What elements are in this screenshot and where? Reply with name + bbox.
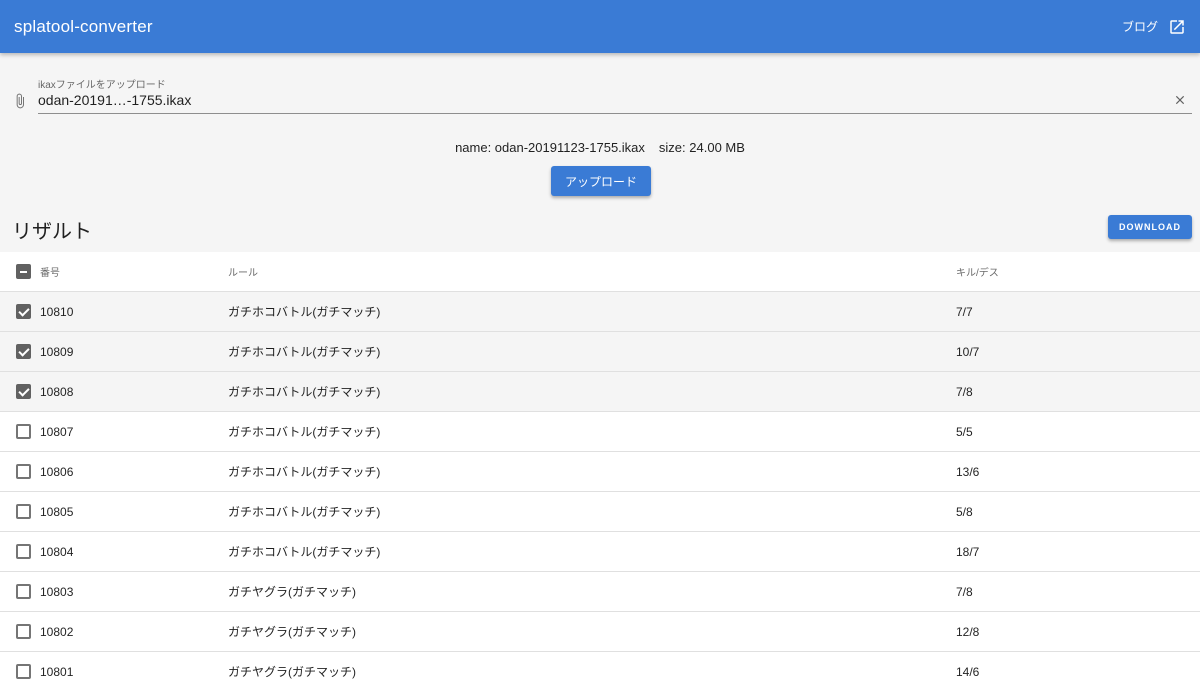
- row-rule: ガチホコバトル(ガチマッチ): [228, 505, 381, 519]
- row-checkbox[interactable]: [16, 384, 31, 399]
- row-rule: ガチホコバトル(ガチマッチ): [228, 385, 381, 399]
- row-kill-death: 5/5: [956, 424, 973, 439]
- table-row[interactable]: 10807 ガチホコバトル(ガチマッチ) 5/5: [0, 412, 1200, 452]
- row-number: 10803: [40, 584, 74, 599]
- row-rule: ガチホコバトル(ガチマッチ): [228, 465, 381, 479]
- file-info: name: odan-20191123-1755.ikax size: 24.00…: [0, 140, 1200, 155]
- file-size: size: 24.00 MB: [658, 140, 745, 155]
- row-number: 10802: [40, 624, 74, 639]
- row-number: 10809: [40, 344, 74, 359]
- row-number: 10807: [40, 424, 74, 439]
- file-input-value[interactable]: odan-20191…-1755.ikax: [38, 92, 191, 108]
- results-title: リザルト: [12, 221, 92, 243]
- row-checkbox[interactable]: [16, 504, 31, 519]
- select-all-checkbox[interactable]: [16, 264, 31, 279]
- file-input-label: ikaxファイルをアップロード: [38, 80, 166, 91]
- row-number: 10805: [40, 504, 74, 519]
- row-rule: ガチヤグラ(ガチマッチ): [228, 625, 356, 639]
- download-button[interactable]: DOWNLOAD: [1108, 215, 1192, 239]
- row-number: 10804: [40, 544, 74, 559]
- row-kill-death: 13/6: [956, 464, 980, 479]
- row-rule: ガチホコバトル(ガチマッチ): [228, 305, 381, 319]
- table-row[interactable]: 10809 ガチホコバトル(ガチマッチ) 10/7: [0, 332, 1200, 372]
- table-row[interactable]: 10810 ガチホコバトル(ガチマッチ) 7/7: [0, 292, 1200, 332]
- row-checkbox[interactable]: [16, 584, 31, 599]
- row-kill-death: 7/7: [956, 304, 973, 319]
- row-checkbox[interactable]: [16, 664, 31, 679]
- table-row[interactable]: 10802 ガチヤグラ(ガチマッチ) 12/8: [0, 612, 1200, 652]
- row-kill-death: 18/7: [956, 544, 980, 559]
- row-rule: ガチヤグラ(ガチマッチ): [228, 665, 356, 679]
- row-checkbox[interactable]: [16, 304, 31, 319]
- table-row[interactable]: 10801 ガチヤグラ(ガチマッチ) 14/6: [0, 652, 1200, 685]
- close-icon[interactable]: [1173, 93, 1187, 107]
- row-number: 10810: [40, 304, 74, 319]
- row-rule: ガチホコバトル(ガチマッチ): [228, 545, 381, 559]
- row-number: 10808: [40, 384, 74, 399]
- blog-link-label: ブログ: [1121, 20, 1158, 34]
- app-title: splatool-converter: [14, 16, 153, 36]
- row-number: 10806: [40, 464, 74, 479]
- table-row[interactable]: 10803 ガチヤグラ(ガチマッチ) 7/8: [0, 572, 1200, 612]
- file-name: name: odan-20191123-1755.ikax: [455, 140, 645, 155]
- row-checkbox[interactable]: [16, 624, 31, 639]
- file-input-underline: [38, 113, 1192, 114]
- header-kill-death[interactable]: キル/デス: [956, 264, 999, 279]
- upload-button[interactable]: アップロード: [551, 166, 651, 196]
- header-rule[interactable]: ルール: [228, 264, 258, 279]
- row-kill-death: 10/7: [956, 344, 980, 359]
- row-kill-death: 7/8: [956, 384, 973, 399]
- table-row[interactable]: 10808 ガチホコバトル(ガチマッチ) 7/8: [0, 372, 1200, 412]
- row-number: 10801: [40, 664, 74, 679]
- row-checkbox[interactable]: [16, 344, 31, 359]
- row-checkbox[interactable]: [16, 424, 31, 439]
- header-number[interactable]: 番号: [40, 264, 60, 279]
- blog-link[interactable]: ブログ: [1122, 18, 1186, 36]
- table-header: 番号 ルール キル/デス: [0, 252, 1200, 292]
- open-in-new-icon: [1170, 19, 1184, 34]
- row-checkbox[interactable]: [16, 464, 31, 479]
- row-kill-death: 12/8: [956, 624, 980, 639]
- row-kill-death: 5/8: [956, 504, 973, 519]
- paperclip-icon[interactable]: [12, 91, 28, 111]
- row-rule: ガチホコバトル(ガチマッチ): [228, 345, 381, 359]
- table-row[interactable]: 10806 ガチホコバトル(ガチマッチ) 13/6: [0, 452, 1200, 492]
- row-kill-death: 7/8: [956, 584, 973, 599]
- table-row[interactable]: 10805 ガチホコバトル(ガチマッチ) 5/8: [0, 492, 1200, 532]
- row-rule: ガチヤグラ(ガチマッチ): [228, 585, 356, 599]
- row-checkbox[interactable]: [16, 544, 31, 559]
- row-rule: ガチホコバトル(ガチマッチ): [228, 425, 381, 439]
- file-input[interactable]: ikaxファイルをアップロード odan-20191…-1755.ikax: [12, 74, 1192, 118]
- row-kill-death: 14/6: [956, 664, 980, 679]
- table-body: 10810 ガチホコバトル(ガチマッチ) 7/7 10809 ガチホコバトル(ガチマッ…: [0, 292, 1200, 685]
- table-row[interactable]: 10804 ガチホコバトル(ガチマッチ) 18/7: [0, 532, 1200, 572]
- app-bar: splatool-converter ブログ: [0, 0, 1200, 53]
- results-table: 番号 ルール キル/デス 10810 ガチホコバトル(ガチマッチ) 7/7 1080…: [0, 252, 1200, 685]
